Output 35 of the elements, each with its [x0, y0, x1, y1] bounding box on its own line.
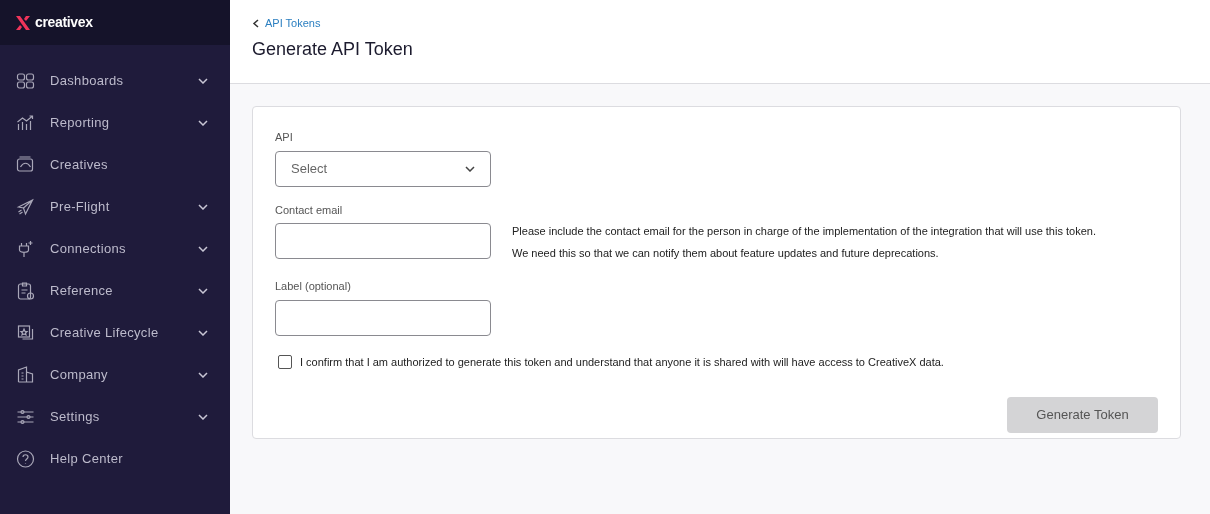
nav-item[interactable]: Creative Lifecycle [0, 312, 230, 354]
nav-item[interactable]: Creatives [0, 144, 230, 186]
checkbox[interactable] [278, 354, 292, 369]
nav-item[interactable]: Help Center [0, 438, 230, 480]
chevron-down-icon [465, 165, 475, 172]
field-label: API [275, 130, 293, 145]
help-icon [15, 449, 36, 469]
logo-text: creativex [35, 13, 93, 32]
field-label: Contact email [275, 202, 343, 218]
nav-item[interactable]: Connections [0, 228, 230, 270]
label-input[interactable] [275, 299, 491, 336]
page-title: Generate API Token [252, 37, 413, 61]
sliders-icon [15, 407, 36, 427]
help-text: We need this so that we can notify them about feature updates and future deprecations. [512, 246, 939, 261]
nav-item[interactable]: Pre-Flight [0, 186, 230, 228]
building-icon [15, 365, 36, 385]
api-select[interactable]: Select [275, 150, 491, 187]
nav-item[interactable]: Dashboards [0, 60, 230, 102]
star-frame-icon [15, 323, 36, 343]
image-icon [15, 155, 36, 175]
back-link[interactable]: API Tokens [252, 15, 321, 32]
grid-icon [15, 71, 36, 91]
paper-plane-icon [15, 197, 36, 217]
chevron-left-icon [252, 18, 260, 28]
help-text: Please include the contact email for the person in charge of the implementation of the integration that will use this token. [512, 224, 1096, 239]
logo-icon [14, 13, 32, 32]
contact-email-input[interactable] [275, 223, 491, 259]
nav-item[interactable]: Reference [0, 270, 230, 312]
confirm-text: I confirm that I am authorized to generate this token and understand that anyone it is shared with will have access to CreativeX data. [300, 354, 944, 370]
field-label: Label (optional) [275, 279, 351, 294]
nav-item[interactable]: Settings [0, 396, 230, 438]
nav-item[interactable]: Company [0, 354, 230, 396]
clipboard-icon [15, 281, 36, 301]
nav-item[interactable]: Reporting [0, 102, 230, 144]
chart-icon [15, 113, 36, 133]
